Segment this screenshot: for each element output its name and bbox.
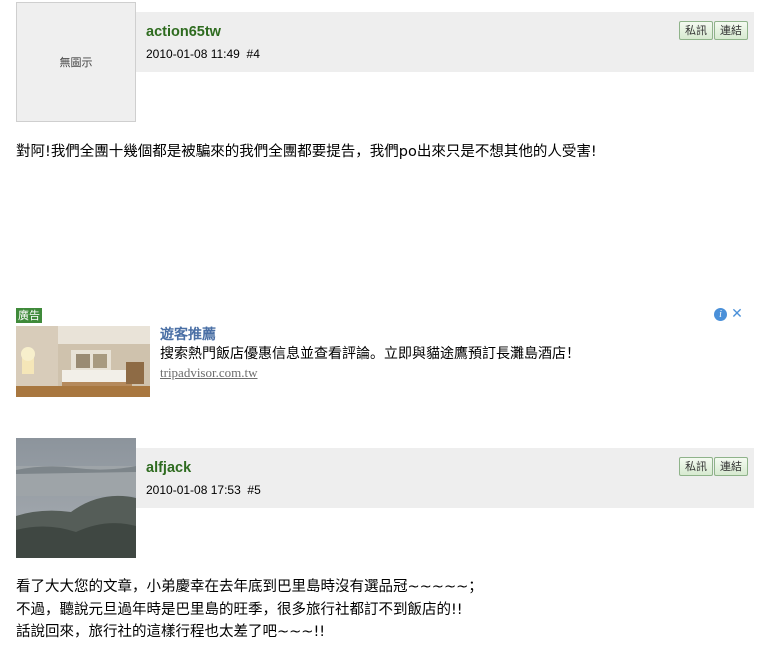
post-body-line: 對阿!我們全團十幾個都是被騙來的我們全團都要提告，我們po出來只是不想其他的人受… <box>16 144 597 160</box>
private-message-button[interactable]: 私訊 <box>679 21 713 40</box>
ad-url[interactable]: tripadvisor.com.tw <box>160 365 258 381</box>
post-meta: 2010-01-08 11:49 #4 <box>146 47 260 61</box>
post-meta: 2010-01-08 17:53 #5 <box>146 483 261 497</box>
post-header: alfjack 2010-01-08 17:53 #5 私訊 連結 <box>136 448 754 508</box>
author-name[interactable]: alfjack <box>146 460 191 476</box>
post-floor[interactable]: #4 <box>247 47 260 61</box>
post-link-button[interactable]: 連結 <box>714 457 748 476</box>
post-link-button[interactable]: 連結 <box>714 21 748 40</box>
ad-close-icon[interactable]: ✕ <box>730 306 744 322</box>
avatar[interactable] <box>16 438 136 558</box>
avatar-placeholder-text: 無圖示 <box>59 56 93 69</box>
ad-info-icon[interactable]: i <box>714 308 727 321</box>
private-message-button[interactable]: 私訊 <box>679 457 713 476</box>
author-name[interactable]: action65tw <box>146 24 221 40</box>
post-body: 看了大大您的文章，小弟慶幸在去年底到巴里島時沒有選品冠~~~~~； 不過，聽說元… <box>16 576 483 644</box>
post-body-line: 話說回來，旅行社的這樣行程也太差了吧~~~!! <box>16 624 326 640</box>
post-date: 2010-01-08 11:49 <box>146 47 240 61</box>
post-date: 2010-01-08 17:53 <box>146 483 241 497</box>
ad-description[interactable]: 搜索熱門飯店優惠信息並查看評論。立即與貓途鷹預訂長灘島酒店！ <box>160 343 580 363</box>
ad-title[interactable]: 遊客推薦 <box>160 324 216 344</box>
ad-hotel-image[interactable] <box>16 326 150 397</box>
ad-badge: 廣告 <box>16 308 42 323</box>
post-floor[interactable]: #5 <box>247 483 260 497</box>
post-header: action65tw 2010-01-08 11:49 #4 私訊 連結 <box>136 12 754 72</box>
post-body-line: 看了大大您的文章，小弟慶幸在去年底到巴里島時沒有選品冠~~~~~； <box>16 579 483 595</box>
post-body: 對阿!我們全團十幾個都是被騙來的我們全團都要提告，我們po出來只是不想其他的人受… <box>16 141 597 164</box>
avatar-placeholder[interactable]: 無圖示 <box>16 2 136 122</box>
post-body-line: 不過，聽說元旦過年時是巴里島的旺季，很多旅行社都訂不到飯店的!! <box>16 601 463 618</box>
ad-block[interactable]: 廣告 遊客推薦 搜索熱門飯店優惠信息並查看評論。立即與貓途鷹預訂長灘島酒店！ t… <box>0 306 765 401</box>
